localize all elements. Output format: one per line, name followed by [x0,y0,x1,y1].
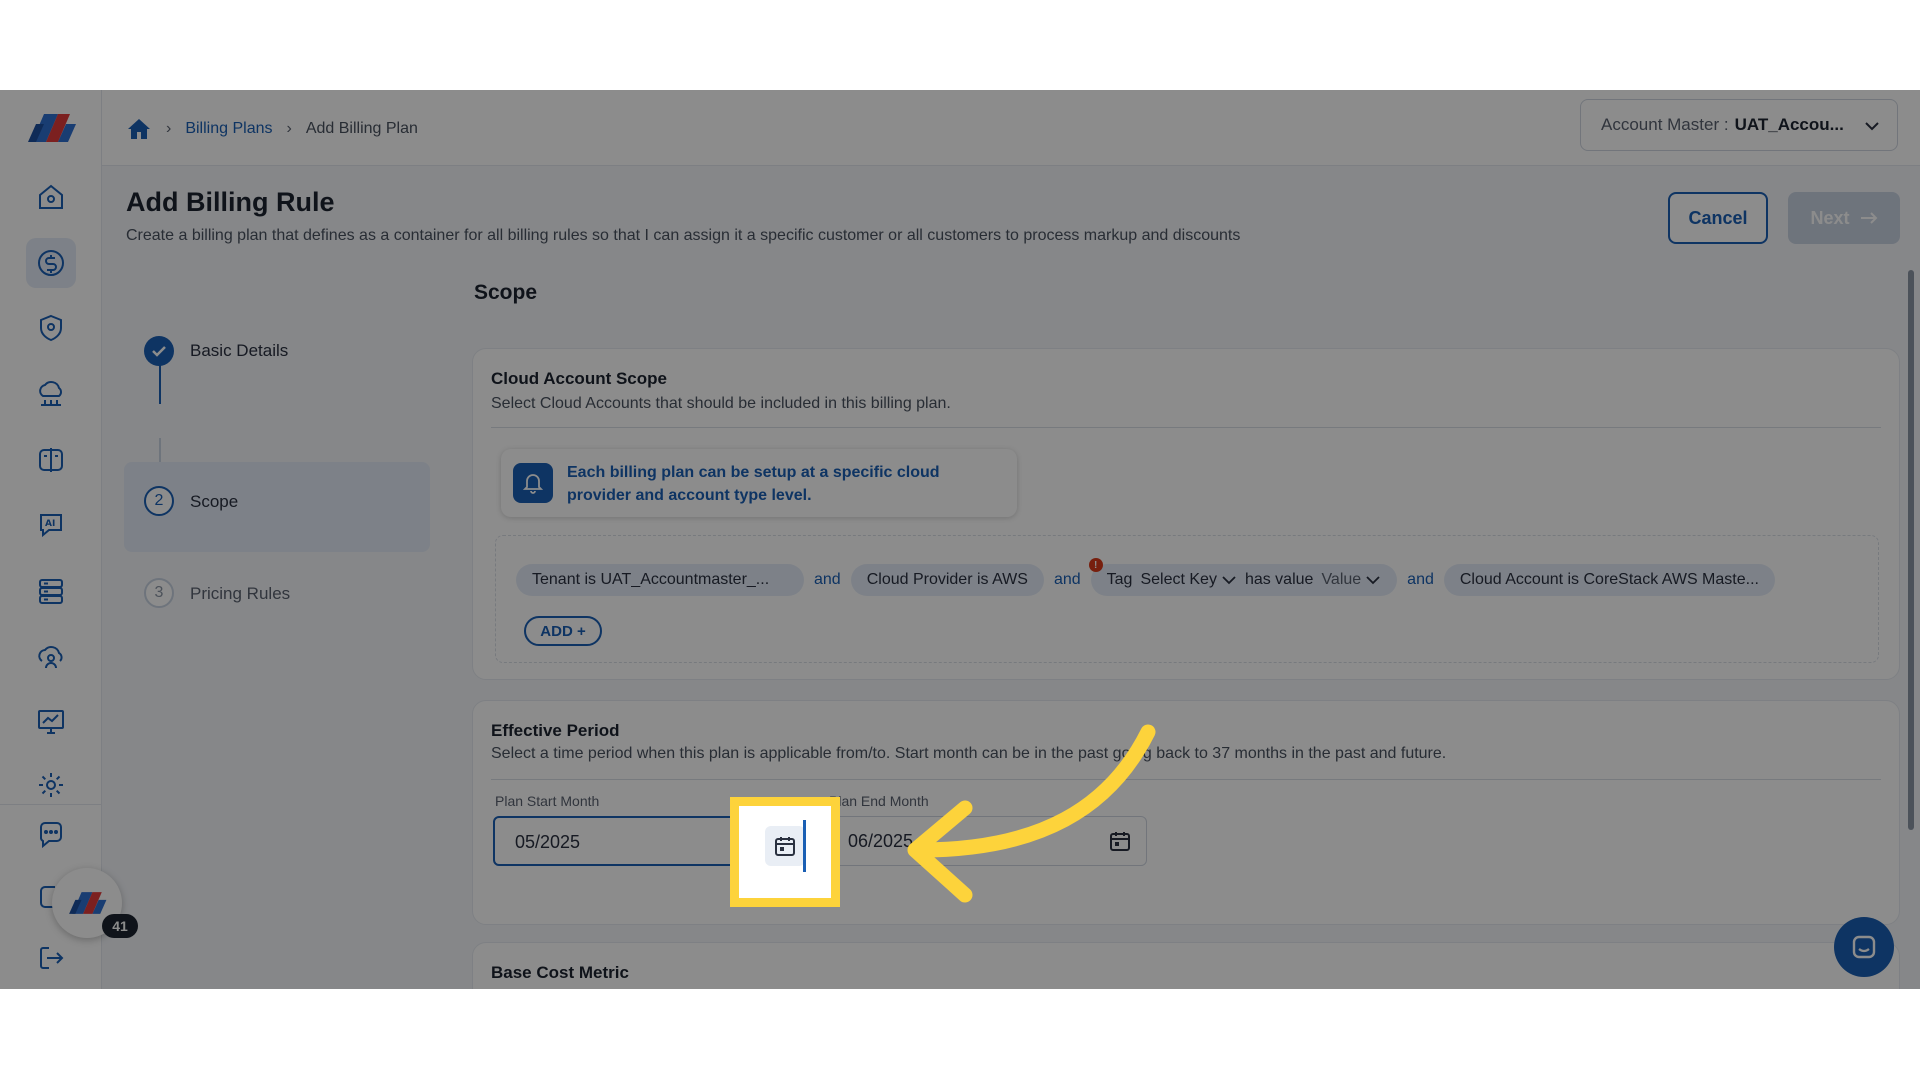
step-number: 3 [144,578,174,608]
provider-filter-chip[interactable]: Cloud Provider is AWS [850,564,1044,596]
page-description: Create a billing plan that defines as a … [126,227,1241,244]
info-notice-text: Each billing plan can be setup at a spec… [567,464,940,504]
chip-text: Cloud Account is CoreStack AWS Maste... [1459,571,1759,588]
base-cost-metric-card: Base Cost Metric [472,942,1900,989]
chevron-down-icon [1865,122,1879,131]
step-basic-details[interactable]: Basic Details [124,326,430,416]
add-filter-button[interactable]: ADD + [524,616,602,646]
plan-start-month-label: Plan Start Month [493,793,602,809]
billing-icon[interactable] [26,238,76,288]
support-chat-icon[interactable] [26,810,76,860]
chevron-down-icon [1366,576,1380,585]
chip-text: has value [1244,571,1314,588]
chip-text: Cloud Provider is AWS [866,571,1028,588]
plan-start-month-value: 05/2025 [515,832,581,852]
step-label: Basic Details [190,341,289,360]
top-bar: › Billing Plans › Add Billing Plan Accou… [102,90,1920,166]
divider [491,427,1881,428]
home-icon[interactable] [126,117,152,141]
chevron-down-icon [1222,576,1236,585]
monitor-chart-icon[interactable] [26,697,76,747]
assistant-logo-icon [69,892,107,914]
step-label: Scope [190,492,239,511]
plan-end-month-label: Plan End Month [827,793,931,809]
section-title: Scope [474,281,538,304]
app-window: AI 41 › Billing Plans › Add Billing Plan… [0,90,1920,989]
card-title: Cloud Account Scope [491,369,667,388]
page-title: Add Billing Rule [126,187,335,217]
chip-text: Tag [1106,571,1133,588]
select-value: Value [1321,571,1362,588]
page-scrollbar[interactable] [1908,270,1914,830]
chat-launcher-button[interactable] [1834,917,1894,977]
step-label: Pricing Rules [190,584,291,603]
divider [491,779,1881,780]
tenant-filter-chip[interactable]: Tenant is UAT_Accountmaster_... [516,564,804,596]
chat-icon [1852,935,1876,959]
tag-filter-chip[interactable]: ! Tag Select Key has value Value [1088,558,1398,596]
check-icon [144,336,174,366]
next-button[interactable]: Next [1788,192,1900,244]
home-icon[interactable] [26,172,76,222]
shield-icon[interactable] [26,303,76,353]
breadcrumb: › Billing Plans › Add Billing Plan [126,114,418,144]
cloud-network-icon[interactable] [26,369,76,419]
arrow-right-icon [1860,212,1877,224]
ai-chat-icon[interactable]: AI [26,500,76,550]
plan-end-month-value: 06/2025 [848,831,914,851]
cloud-user-icon[interactable] [26,632,76,682]
next-button-label: Next [1810,207,1850,228]
cloud-account-filter-chip[interactable]: Cloud Account is CoreStack AWS Maste... [1443,564,1775,596]
conjunction-label: and [814,571,841,588]
step-number: 2 [144,486,174,516]
sidebar: AI [0,90,102,989]
plan-end-month-field[interactable]: 06/2025 [827,816,1147,866]
warning-icon: ! [1088,558,1103,572]
logout-icon[interactable] [26,933,76,983]
effective-period-card: Effective Period Select a time period wh… [472,700,1900,925]
breadcrumb-billing-plans[interactable]: Billing Plans [185,120,272,138]
step-pricing-rules[interactable]: 3 Pricing Rules [124,562,430,652]
split-view-icon[interactable] [26,435,76,485]
conjunction-label: and [1053,571,1081,588]
account-selector-label: Account Master : [1601,115,1729,134]
scope-filter-chips: Tenant is UAT_Accountmaster_... and Clou… [516,558,1775,596]
brand-logo[interactable] [24,112,78,144]
account-selector[interactable]: Account Master : UAT_Accou... [1580,99,1898,151]
highlight-box [730,797,840,907]
bell-icon [513,463,553,503]
calendar-icon[interactable] [1100,821,1140,861]
chevron-right-icon: › [286,120,292,137]
step-scope[interactable]: 2 Scope [124,462,430,552]
chevron-right-icon: › [166,120,172,137]
svg-text:AI: AI [45,519,55,529]
tag-value-select[interactable]: Value [1321,571,1381,589]
tag-key-select[interactable]: Select Key [1140,571,1236,589]
server-icon[interactable] [26,566,76,616]
scope-filter-area: Tenant is UAT_Accountmaster_... and Clou… [495,535,1879,663]
settings-icon[interactable] [26,760,76,810]
notification-count-badge: 41 [102,914,138,938]
cloud-account-scope-card: Cloud Account Scope Select Cloud Account… [472,348,1900,680]
info-notice: Each billing plan can be setup at a spec… [501,449,1017,517]
conjunction-label: and [1407,571,1434,588]
card-description: Select Cloud Accounts that should be inc… [491,395,951,412]
card-title: Base Cost Metric [491,963,629,982]
sidebar-divider [0,804,102,805]
chip-text: Tenant is UAT_Accountmaster_... [532,571,770,588]
select-value: Select Key [1140,571,1217,588]
account-selector-value: UAT_Accou... [1734,115,1844,134]
cancel-button[interactable]: Cancel [1668,192,1768,244]
breadcrumb-add-billing-plan: Add Billing Plan [305,120,418,137]
card-title: Effective Period [491,721,620,740]
screenshot-stage: AI 41 › Billing Plans › Add Billing Plan… [0,0,1920,1080]
card-description: Select a time period when this plan is a… [491,745,1447,762]
